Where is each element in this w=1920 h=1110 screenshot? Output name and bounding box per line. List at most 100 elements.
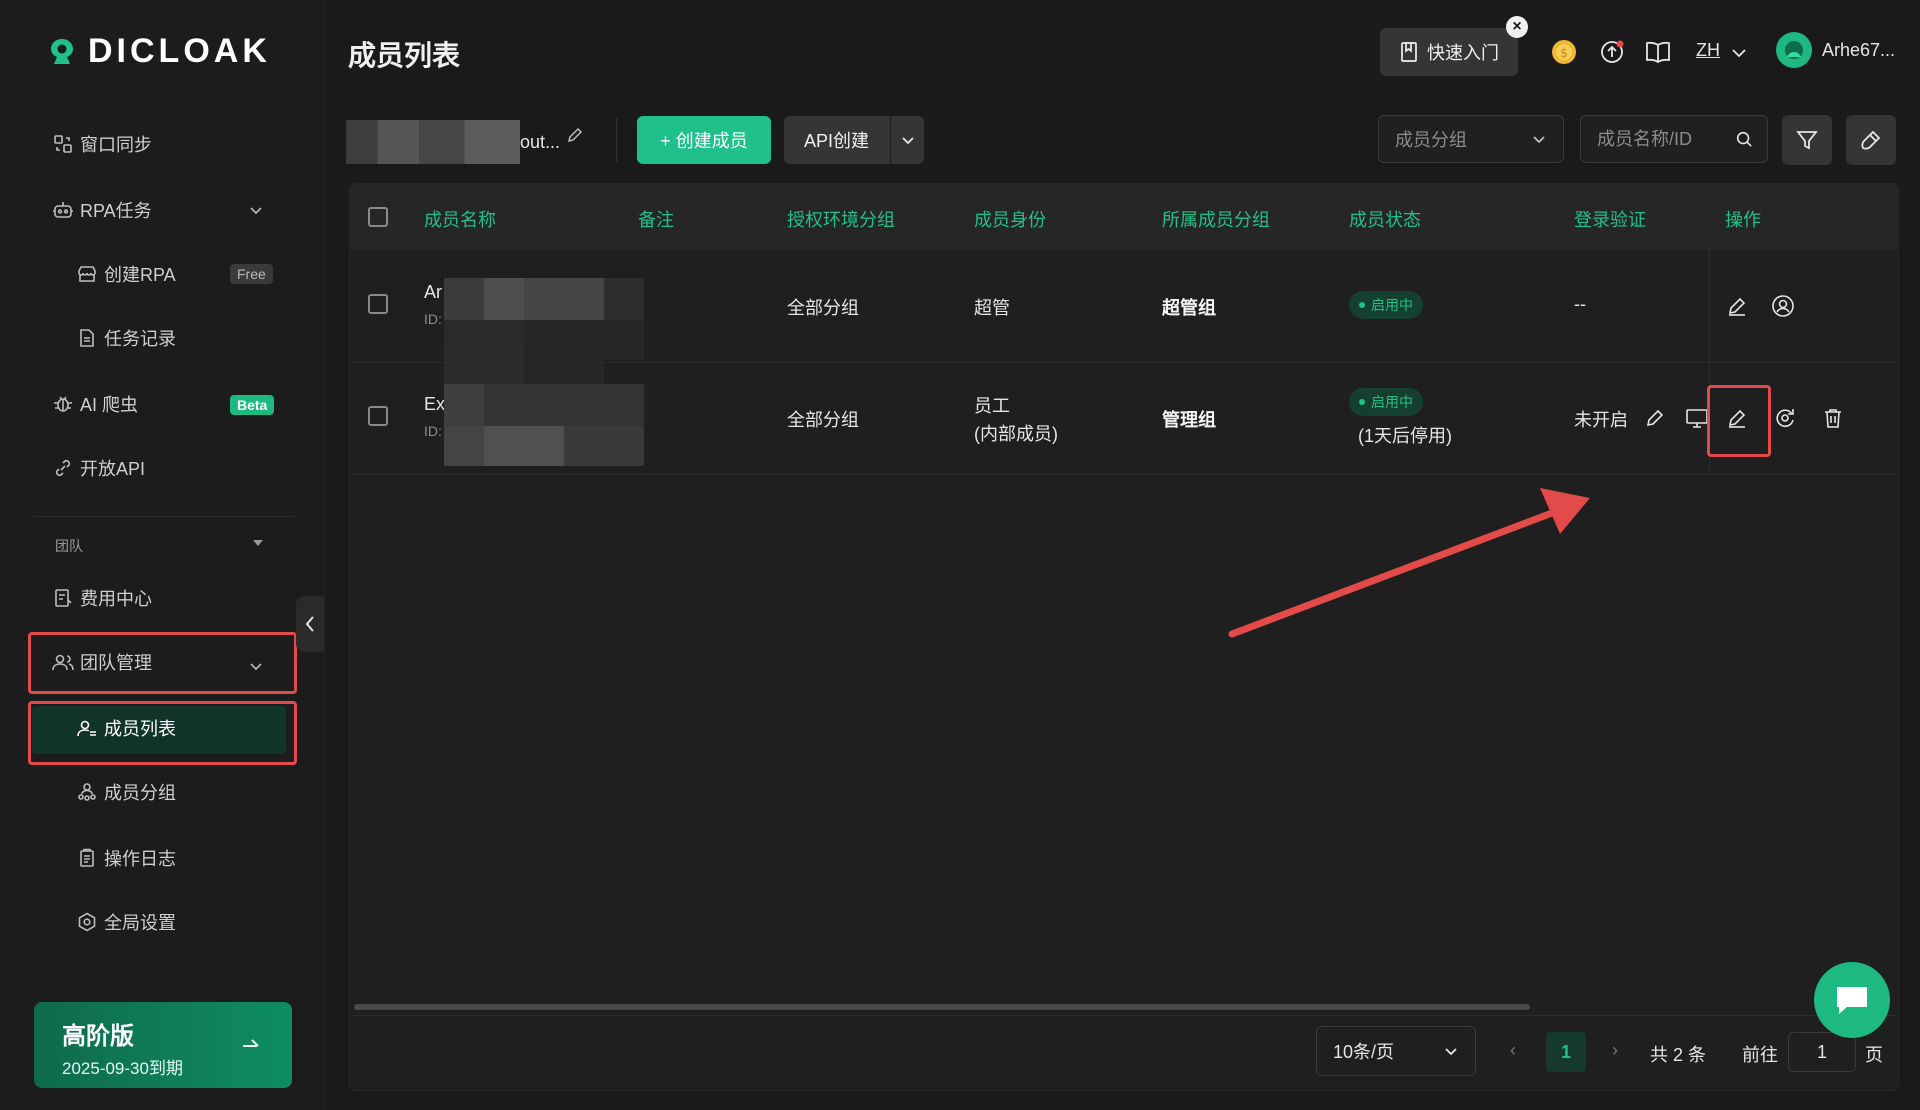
api-create-button[interactable]: API创建 xyxy=(784,116,924,164)
row-checkbox[interactable] xyxy=(368,294,388,314)
language-selector[interactable]: ZH xyxy=(1696,40,1720,61)
column-header-status[interactable]: 成员状态 xyxy=(1349,206,1421,232)
user-menu[interactable]: Arhe67... xyxy=(1776,32,1895,68)
team-icon xyxy=(52,651,74,673)
member-id: ID: xyxy=(424,423,442,439)
billing-icon xyxy=(52,587,74,609)
goto-label: 前往 xyxy=(1742,1045,1778,1065)
column-header-login-verify[interactable]: 登录验证 xyxy=(1574,206,1646,232)
open-book-icon[interactable] xyxy=(1644,38,1672,66)
sidebar-item-billing[interactable]: 费用中心 xyxy=(52,578,152,618)
sidebar-item-label: 成员列表 xyxy=(104,719,176,739)
edit-icon[interactable] xyxy=(1724,293,1750,319)
status-dot xyxy=(1359,399,1365,405)
upgrade-icon[interactable] xyxy=(1598,38,1626,66)
env-group-value: 全部分组 xyxy=(787,298,859,318)
sidebar-item-label: 创建RPA xyxy=(104,265,176,285)
delete-icon[interactable] xyxy=(1820,405,1846,431)
column-header-remark[interactable]: 备注 xyxy=(638,206,674,232)
footer-divider xyxy=(350,1015,1898,1016)
edit-pencil-icon[interactable] xyxy=(566,126,584,144)
sidebar-item-ai-crawler[interactable]: AI 爬虫 xyxy=(52,384,138,424)
quick-start-label: 快速入门 xyxy=(1427,43,1499,63)
plan-title: 高阶版 xyxy=(62,1023,134,1050)
api-create-dropdown[interactable] xyxy=(891,132,924,148)
sidebar-item-window-sync[interactable]: 窗口同步 xyxy=(52,124,152,164)
chevron-down-icon xyxy=(1533,136,1545,144)
sidebar-item-rpa-tasks[interactable]: RPA任务 xyxy=(52,190,272,230)
column-header-role[interactable]: 成员身份 xyxy=(974,206,1046,232)
free-badge: Free xyxy=(230,264,273,284)
sidebar-collapse-button[interactable] xyxy=(296,596,324,652)
member-group-value: 超管组 xyxy=(1162,298,1216,318)
filter-button[interactable] xyxy=(1782,115,1832,165)
sidebar-item-team-management[interactable]: 团队管理 xyxy=(52,642,152,682)
chevron-left-icon xyxy=(305,616,314,632)
member-list-icon xyxy=(76,717,98,739)
table-header: 成员名称 备注 授权环境分组 成员身份 所属成员分组 成员状态 登录验证 操作 xyxy=(350,184,1898,250)
window-sync-icon xyxy=(52,133,74,155)
sidebar-item-global-settings[interactable]: 全局设置 xyxy=(76,902,176,942)
sidebar-item-member-groups[interactable]: 成员分组 xyxy=(76,772,176,812)
page-title: 成员列表 xyxy=(348,40,461,71)
status-dot xyxy=(1359,302,1365,308)
search-icon[interactable] xyxy=(1735,129,1753,149)
sidebar-item-open-api[interactable]: 开放API xyxy=(52,448,145,488)
row-checkbox[interactable] xyxy=(368,406,388,426)
column-header-member-group[interactable]: 所属成员分组 xyxy=(1162,206,1270,232)
reset-icon[interactable] xyxy=(1772,405,1798,431)
sidebar-item-task-records[interactable]: 任务记录 xyxy=(76,318,176,358)
sidebar-item-member-list[interactable]: 成员列表 xyxy=(76,708,176,748)
coin-icon[interactable]: $ xyxy=(1550,38,1578,66)
brand-logo[interactable]: DICLOAK xyxy=(46,32,271,71)
status-badge: 启用中 xyxy=(1349,291,1423,319)
status-badge: 启用中 xyxy=(1349,388,1423,416)
goto-page-input[interactable] xyxy=(1788,1032,1856,1072)
api-create-label: API创建 xyxy=(804,131,870,151)
page-size-select[interactable]: 10条/页 xyxy=(1316,1026,1476,1076)
edit-login-verify-icon[interactable] xyxy=(1642,405,1668,431)
prev-page-icon[interactable]: ‹ xyxy=(1510,1040,1516,1061)
chevron-down-icon[interactable] xyxy=(248,202,264,218)
member-search-input[interactable] xyxy=(1595,127,1735,151)
chat-support-button[interactable] xyxy=(1814,962,1890,1038)
clear-button[interactable] xyxy=(1846,115,1896,165)
status-label: 启用中 xyxy=(1371,297,1413,313)
plan-card[interactable]: 高阶版 2025-09-30到期 xyxy=(34,1002,292,1088)
team-name[interactable]: out... xyxy=(346,118,584,166)
quick-start-button[interactable]: 快速入门 xyxy=(1380,28,1518,76)
sidebar-item-label: 窗口同步 xyxy=(80,135,152,155)
book-bookmark-icon xyxy=(1401,42,1417,62)
section-label-team: 团队 xyxy=(55,538,83,554)
member-group-icon xyxy=(76,781,98,803)
chat-icon xyxy=(1837,987,1867,1014)
sidebar: DICLOAK 窗口同步 RPA任务 创建RPA Free 任务记录 AI 爬虫… xyxy=(0,0,325,1110)
member-group-select[interactable]: 成员分组 xyxy=(1378,115,1564,163)
horizontal-scrollbar[interactable] xyxy=(354,1004,1530,1010)
chevron-down-icon[interactable] xyxy=(1730,44,1748,62)
select-all-checkbox[interactable] xyxy=(368,207,388,227)
caret-down-icon[interactable] xyxy=(252,538,264,548)
svg-text:$: $ xyxy=(1560,46,1568,60)
total-count: 共 2 条 xyxy=(1650,1045,1707,1065)
column-header-env-group[interactable]: 授权环境分组 xyxy=(787,206,895,232)
member-profile-icon[interactable] xyxy=(1770,293,1796,319)
member-name[interactable]: Ar xyxy=(424,282,442,303)
login-verify-value: -- xyxy=(1574,294,1586,314)
member-search-box[interactable] xyxy=(1580,115,1768,163)
chevron-down-icon[interactable] xyxy=(248,658,264,674)
next-page-icon[interactable]: › xyxy=(1612,1040,1618,1061)
redacted-team-name xyxy=(346,120,520,164)
role-value: 超管 xyxy=(974,298,1010,318)
member-name[interactable]: Ex xyxy=(424,394,445,415)
api-link-icon xyxy=(52,457,74,479)
create-member-button[interactable]: + 创建成员 xyxy=(637,116,771,164)
sidebar-item-create-rpa[interactable]: 创建RPA xyxy=(76,254,176,294)
sidebar-item-label: RPA任务 xyxy=(80,201,152,221)
sidebar-item-operation-logs[interactable]: 操作日志 xyxy=(76,838,176,878)
page-number-current[interactable]: 1 xyxy=(1546,1032,1586,1072)
column-header-member-name[interactable]: 成员名称 xyxy=(424,206,496,232)
close-icon[interactable]: × xyxy=(1506,16,1528,38)
status-note: (1天后停用) xyxy=(1358,426,1452,446)
avatar xyxy=(1776,32,1812,68)
